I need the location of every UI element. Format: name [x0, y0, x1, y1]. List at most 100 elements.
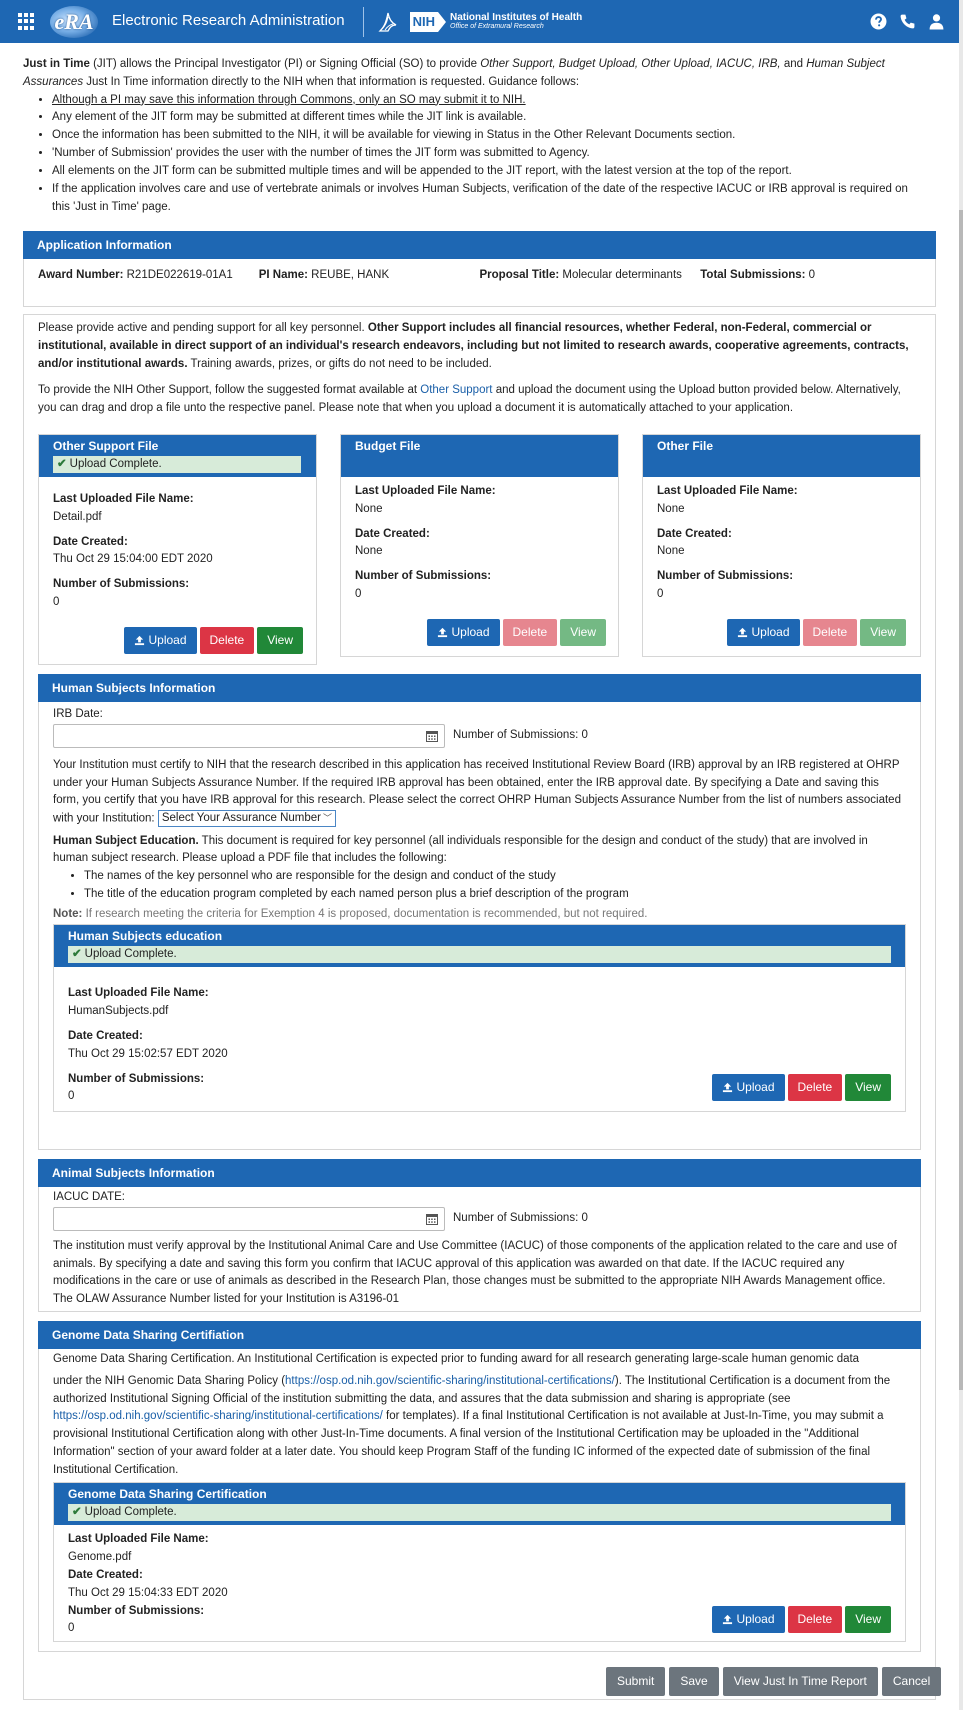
human-subjects-education-card[interactable]: Human Subjects education ✔ Upload Complet… [53, 923, 906, 1113]
other-support-description: Please provide active and pending suppor… [38, 322, 909, 415]
delete-button[interactable]: Delete [787, 1074, 843, 1102]
cancel-button[interactable]: Cancel [881, 1667, 942, 1696]
view-button[interactable]: View [257, 626, 303, 654]
nih-logo[interactable]: NIH National Institutes of Health Office… [409, 11, 582, 32]
submission-count: 0 [53, 596, 60, 609]
list-item: All elements on the JIT form can be subm… [52, 163, 928, 181]
human-subjects-panel: Human Subjects Information IRB Date: Num… [38, 674, 921, 1150]
view-button[interactable]: View [845, 1074, 891, 1102]
upload-complete-alert: ✔ Upload Complete. [68, 946, 891, 964]
calendar-icon[interactable] [426, 1213, 438, 1225]
hhs-eagle-icon [378, 12, 396, 32]
submit-button[interactable]: Submit [606, 1667, 666, 1696]
application-information-panel: Application Information Award Number: R2… [23, 231, 936, 307]
date-created: Thu Oct 29 15:04:00 EDT 2020 [53, 553, 213, 566]
view-jit-report-button[interactable]: View Just In Time Report [722, 1667, 878, 1696]
exemption-note: Note: If research meeting the criteria f… [53, 907, 648, 920]
delete-button[interactable]: Delete [199, 626, 255, 654]
submission-count: 0 [68, 1622, 75, 1635]
submission-count: 0 [355, 588, 362, 601]
list-item: Although a PI may save this information … [52, 92, 928, 110]
submission-count: 0 [657, 588, 664, 601]
jit-intro: Just in Time (JIT) allows the Principal … [23, 56, 928, 216]
upload-complete-alert: ✔ Upload Complete. [53, 456, 301, 473]
other-support-file-card[interactable]: Other Support File ✔ Upload Complete. Las… [38, 434, 317, 665]
file-name: None [355, 502, 383, 515]
assurance-number-select[interactable]: Select Your Assurance Number ﹀ [157, 810, 337, 828]
upload-icon [135, 635, 145, 645]
iacuc-date-input[interactable] [53, 1206, 445, 1231]
other-file-card[interactable]: Other File Last Uploaded File Name: None… [642, 434, 921, 657]
date-created: Thu Oct 29 15:04:33 EDT 2020 [68, 1586, 228, 1599]
list-item: The names of the key personnel who are r… [84, 868, 906, 886]
upload-icon [723, 1083, 733, 1093]
list-item: If the application involves care and use… [52, 181, 928, 217]
guidance-list: Although a PI may save this information … [52, 92, 928, 217]
total-submissions: Total Submissions: 0 [700, 269, 816, 281]
iacuc-submission-count: Number of Submissions: 0 [453, 1211, 588, 1224]
card-title: Genome Data Sharing Certification [68, 1486, 267, 1501]
list-item: 'Number of Submission' provides the user… [52, 145, 928, 163]
page-scrollbar[interactable] [959, 0, 963, 1710]
panel-title: Genome Data Sharing Certifiation [38, 1321, 921, 1349]
upload-icon [738, 627, 748, 637]
delete-button[interactable]: Delete [787, 1606, 843, 1634]
upload-button[interactable]: Upload [124, 626, 197, 654]
upload-button[interactable]: Upload [427, 618, 500, 646]
view-button[interactable]: View [560, 618, 606, 646]
other-support-link[interactable]: Other Support [420, 384, 492, 396]
calendar-icon[interactable] [426, 730, 438, 742]
pi-name: PI Name: REUBE, HANK [258, 269, 390, 281]
user-icon[interactable] [928, 13, 945, 30]
chevron-down-icon: ﹀ [323, 813, 333, 824]
form-actions: Submit Save View Just In Time Report Can… [606, 1667, 942, 1696]
checkmark-icon: ✔ [72, 948, 82, 961]
panel-title: Application Information [23, 231, 936, 259]
file-name: Detail.pdf [53, 510, 102, 523]
header-divider [362, 6, 364, 37]
delete-button[interactable]: Delete [802, 618, 858, 646]
panel-title: Human Subjects Information [38, 674, 921, 702]
view-button[interactable]: View [860, 618, 906, 646]
card-title: Budget File [355, 439, 421, 453]
app-title: Electronic Research Administration [112, 12, 345, 30]
list-item: Any element of the JIT form may be submi… [52, 109, 928, 127]
upload-button[interactable]: Upload [712, 1074, 785, 1102]
panel-title: Animal Subjects Information [38, 1159, 921, 1187]
apps-grid-icon[interactable] [18, 12, 36, 31]
irb-submission-count: Number of Submissions: 0 [453, 728, 588, 741]
iacuc-description: The institution must verify approval by … [53, 1239, 897, 1306]
top-nav-bar: eRA Electronic Research Administration N… [0, 0, 959, 43]
list-item: Once the information has been submitted … [52, 127, 928, 145]
upload-icon [723, 1615, 733, 1625]
award-number: Award Number: R21DE022619-01A1 [38, 269, 233, 281]
date-created: None [657, 545, 685, 558]
upload-icon [438, 627, 448, 637]
upload-button[interactable]: Upload [712, 1606, 785, 1634]
checkmark-icon: ✔ [57, 458, 67, 470]
genome-certification-card[interactable]: Genome Data Sharing Certification ✔ Uploa… [53, 1481, 906, 1643]
help-icon[interactable] [870, 13, 887, 30]
animal-subjects-panel: Animal Subjects Information IACUC DATE: … [38, 1159, 921, 1312]
date-created: None [355, 545, 383, 558]
card-title: Other File [657, 439, 714, 453]
card-title: Other Support File [53, 439, 159, 453]
gds-policy-link[interactable]: https://osp.od.nih.gov/scientific-sharin… [285, 1375, 615, 1387]
phone-icon[interactable] [899, 13, 916, 30]
delete-button[interactable]: Delete [502, 618, 558, 646]
proposal-title: Proposal Title: Molecular determinants [479, 269, 682, 281]
gds-templates-link[interactable]: https://osp.od.nih.gov/scientific-sharin… [53, 1410, 383, 1422]
save-button[interactable]: Save [669, 1667, 719, 1696]
file-name: HumanSubjects.pdf [68, 1005, 169, 1018]
era-logo[interactable]: eRA [50, 5, 98, 38]
genome-data-sharing-panel: Genome Data Sharing Certifiation Genome … [38, 1321, 921, 1652]
upload-complete-alert: ✔ Upload Complete. [68, 1504, 891, 1522]
upload-button[interactable]: Upload [727, 618, 800, 646]
list-item: The title of the education program compl… [84, 886, 906, 904]
checkmark-icon: ✔ [72, 1506, 82, 1519]
file-name: Genome.pdf [68, 1551, 132, 1564]
view-button[interactable]: View [845, 1606, 891, 1634]
irb-date-input[interactable] [53, 723, 445, 748]
submission-count: 0 [68, 1090, 75, 1103]
budget-file-card[interactable]: Budget File Last Uploaded File Name: Non… [340, 434, 619, 657]
